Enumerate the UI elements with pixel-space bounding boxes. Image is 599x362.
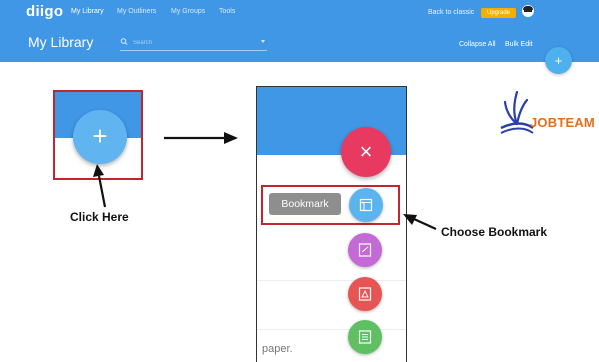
jobteam-wordmark: JOBTEAM: [530, 115, 595, 130]
tutorial-arrows: [93, 132, 437, 231]
arrow-up-icon: [97, 175, 107, 208]
arrow-left-icon: [413, 217, 437, 231]
jobteam-logo: [500, 90, 534, 134]
